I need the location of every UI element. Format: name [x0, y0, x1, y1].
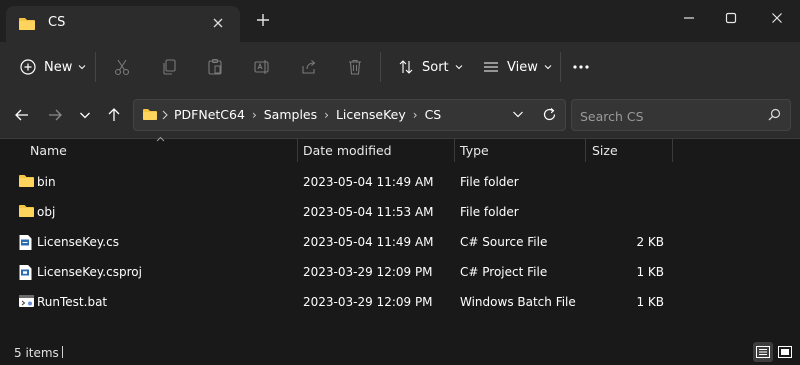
file-name: bin	[37, 175, 56, 189]
view-label: View	[507, 59, 538, 75]
address-dropdown-icon[interactable]	[512, 110, 524, 118]
breadcrumb-item[interactable]: LicenseKey	[336, 107, 406, 122]
file-size: 1 KB	[636, 265, 664, 279]
search-icon[interactable]	[768, 108, 781, 121]
divider	[380, 52, 381, 82]
column-header-type[interactable]: Type	[460, 143, 489, 169]
file-type: File folder	[460, 175, 519, 189]
breadcrumb-item[interactable]: CS	[425, 107, 442, 122]
tab-cs[interactable]: CS	[6, 6, 240, 42]
sort-button[interactable]: Sort	[394, 50, 463, 84]
view-list-icon	[483, 60, 499, 74]
chevron-right-icon: ›	[412, 107, 418, 122]
divider	[560, 52, 561, 82]
column-divider[interactable]	[672, 138, 673, 162]
chevron-down-icon	[455, 64, 463, 70]
file-date: 2023-05-04 11:53 AM	[303, 205, 434, 219]
maximize-icon[interactable]	[718, 8, 744, 28]
chevron-down-icon	[544, 64, 552, 70]
cs-file-icon	[18, 234, 33, 251]
chevron-right-icon: ›	[251, 107, 257, 122]
file-size: 1 KB	[636, 295, 664, 309]
status-divider	[62, 346, 63, 358]
file-row-licensekey-csproj[interactable]: LicenseKey.csproj 2023-03-29 12:09 PM C#…	[8, 258, 792, 288]
address-bar[interactable]: PDFNetC64 › Samples › LicenseKey › CS	[133, 99, 566, 131]
column-divider[interactable]	[454, 138, 455, 162]
chevron-right-icon	[162, 110, 168, 120]
new-tab-icon[interactable]	[256, 13, 270, 27]
file-date: 2023-03-29 12:09 PM	[303, 295, 433, 309]
command-bar: New Sort View	[0, 42, 800, 92]
csproj-file-icon	[18, 264, 33, 281]
search-input[interactable]	[578, 106, 762, 126]
breadcrumb-item[interactable]: Samples	[264, 107, 317, 122]
file-date: 2023-05-04 11:49 AM	[303, 235, 434, 249]
breadcrumb: PDFNetC64 › Samples › LicenseKey › CS	[174, 107, 441, 122]
large-icons-view-icon[interactable]	[775, 342, 795, 362]
file-type: File folder	[460, 205, 519, 219]
share-icon[interactable]	[300, 50, 318, 84]
file-date: 2023-03-29 12:09 PM	[303, 265, 433, 279]
delete-icon[interactable]	[346, 50, 364, 84]
breadcrumb-item[interactable]: PDFNetC64	[174, 107, 245, 122]
close-tab-icon[interactable]	[212, 17, 224, 29]
folder-icon	[18, 204, 35, 218]
divider	[95, 52, 96, 82]
minimize-icon[interactable]	[676, 8, 702, 28]
folder-icon	[18, 17, 36, 31]
folder-icon	[18, 174, 35, 188]
search-box	[571, 99, 791, 131]
address-row: PDFNetC64 › Samples › LicenseKey › CS	[0, 92, 800, 139]
details-view-icon[interactable]	[753, 342, 773, 362]
file-size: 2 KB	[636, 235, 664, 249]
plus-circle-icon	[20, 59, 36, 75]
chevron-right-icon: ›	[324, 107, 329, 122]
file-name: LicenseKey.cs	[37, 235, 119, 249]
column-header-date-modified[interactable]: Date modified	[303, 143, 392, 169]
new-label: New	[44, 59, 73, 75]
chevron-down-icon	[78, 64, 86, 70]
new-button[interactable]: New	[14, 50, 86, 84]
recent-locations-chevron-icon[interactable]	[75, 105, 95, 125]
tab-strip: CS	[0, 0, 800, 42]
more-options-icon[interactable]	[572, 50, 590, 84]
file-name: obj	[37, 205, 56, 219]
column-divider[interactable]	[297, 138, 298, 162]
view-button[interactable]: View	[479, 50, 552, 84]
folder-icon	[142, 108, 158, 121]
cut-icon[interactable]	[113, 50, 131, 84]
sort-label: Sort	[422, 59, 449, 75]
item-count: 5 items	[14, 346, 59, 360]
sort-ascending-indicator-icon	[156, 136, 165, 142]
forward-arrow-icon[interactable]	[45, 105, 65, 125]
back-arrow-icon[interactable]	[12, 105, 32, 125]
file-row-licensekey-cs[interactable]: LicenseKey.cs 2023-05-04 11:49 AM C# Sou…	[8, 228, 792, 258]
file-type: C# Project File	[460, 265, 548, 279]
file-type: C# Source File	[460, 235, 548, 249]
sort-icon	[398, 59, 414, 75]
column-header-name[interactable]: Name	[30, 143, 67, 169]
file-row-bin[interactable]: bin 2023-05-04 11:49 AM File folder	[8, 168, 792, 198]
refresh-icon[interactable]	[542, 107, 557, 122]
batch-file-icon	[18, 294, 35, 309]
copy-icon[interactable]	[160, 50, 178, 84]
column-divider[interactable]	[585, 138, 586, 162]
file-type: Windows Batch File	[460, 295, 576, 309]
rename-icon[interactable]	[253, 50, 271, 84]
file-row-runtest-bat[interactable]: RunTest.bat 2023-03-29 12:09 PM Windows …	[8, 288, 792, 318]
close-window-icon[interactable]	[764, 8, 790, 28]
tab-title: CS	[48, 15, 66, 30]
file-name: RunTest.bat	[37, 295, 108, 309]
file-date: 2023-05-04 11:49 AM	[303, 175, 434, 189]
up-arrow-icon[interactable]	[104, 105, 124, 125]
column-header-size[interactable]: Size	[592, 143, 618, 169]
paste-icon[interactable]	[206, 50, 224, 84]
file-row-obj[interactable]: obj 2023-05-04 11:53 AM File folder	[8, 198, 792, 228]
file-name: LicenseKey.csproj	[37, 265, 142, 279]
